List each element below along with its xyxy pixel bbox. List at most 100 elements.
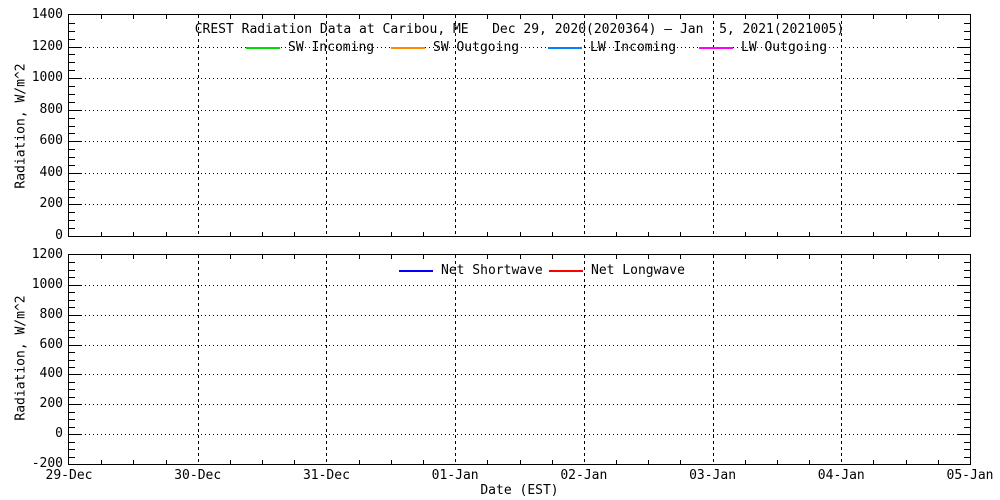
x-minor-tick	[487, 255, 489, 259]
y-minor-tick	[964, 220, 970, 222]
x-minor-tick	[519, 232, 521, 236]
y-minor-tick	[964, 419, 970, 421]
y-minor-tick	[69, 411, 75, 413]
y-minor-tick	[69, 337, 75, 339]
y-minor-tick	[69, 196, 75, 198]
y-tick-label: 1200	[31, 38, 63, 54]
x-minor-tick	[551, 255, 553, 259]
x-minor-tick	[390, 255, 392, 259]
gridline-vertical	[712, 255, 714, 464]
x-minor-tick	[390, 232, 392, 236]
y-major-tick	[958, 404, 970, 406]
y-major-tick	[69, 314, 81, 316]
x-minor-tick	[744, 460, 746, 464]
legend-item-lw-outgoing: LW Outgoing	[699, 40, 827, 55]
x-minor-tick	[133, 232, 135, 236]
y-minor-tick	[69, 101, 75, 103]
x-minor-tick	[616, 15, 618, 19]
y-minor-tick	[69, 269, 75, 271]
y-minor-tick	[69, 125, 75, 127]
x-minor-tick	[165, 15, 167, 19]
x-minor-tick	[648, 232, 650, 236]
plot-bottom-net-radiation: 1200 1000 800 600 400 200 0 -200 29-Dec 30-Dec 31-…	[32, 248, 994, 483]
y-tick-label: 0	[55, 426, 63, 442]
x-minor-tick	[519, 15, 521, 19]
x-minor-tick	[937, 460, 939, 464]
x-tick-label: 01-Jan	[431, 468, 479, 483]
gridline-vertical	[197, 15, 199, 236]
y-minor-tick	[964, 307, 970, 309]
y-minor-tick	[964, 329, 970, 331]
x-minor-tick	[422, 255, 424, 259]
x-minor-tick	[809, 460, 811, 464]
y-major-tick	[69, 141, 81, 143]
x-minor-tick	[101, 255, 103, 259]
y-minor-tick	[69, 38, 75, 40]
y-major-tick	[958, 284, 970, 286]
y-minor-tick	[69, 133, 75, 135]
x-minor-tick	[519, 460, 521, 464]
x-minor-tick	[905, 232, 907, 236]
y-minor-tick	[964, 157, 970, 159]
x-minor-tick	[744, 232, 746, 236]
y-minor-tick	[964, 292, 970, 294]
y-minor-tick	[964, 133, 970, 135]
x-minor-tick	[809, 255, 811, 259]
y-minor-tick	[964, 426, 970, 428]
x-minor-tick	[165, 460, 167, 464]
y-minor-tick	[964, 337, 970, 339]
y-major-tick	[958, 109, 970, 111]
y-minor-tick	[69, 62, 75, 64]
y-major-tick	[958, 141, 970, 143]
y-minor-tick	[69, 396, 75, 398]
y-minor-tick	[69, 366, 75, 368]
y-minor-tick	[69, 220, 75, 222]
gridline-horizontal	[69, 344, 970, 346]
x-minor-tick	[422, 460, 424, 464]
y-minor-tick	[964, 456, 970, 458]
y-minor-tick	[964, 411, 970, 413]
y-minor-tick	[964, 441, 970, 443]
y-minor-tick	[69, 164, 75, 166]
y-minor-tick	[964, 188, 970, 190]
legend-line-sw-outgoing	[391, 46, 425, 49]
y-minor-tick	[964, 149, 970, 151]
y-minor-tick	[69, 70, 75, 72]
y-minor-tick	[964, 352, 970, 354]
y-minor-tick	[964, 366, 970, 368]
gridline-horizontal	[69, 374, 970, 376]
y-minor-tick	[69, 157, 75, 159]
x-minor-tick	[680, 232, 682, 236]
x-minor-tick	[262, 460, 264, 464]
x-tick-label: 30-Dec	[174, 468, 222, 483]
x-minor-tick	[390, 460, 392, 464]
y-minor-tick	[964, 196, 970, 198]
chart-title: CREST Radiation Data at Caribou, ME Dec …	[194, 22, 845, 37]
y-minor-tick	[964, 228, 970, 230]
x-minor-tick	[422, 15, 424, 19]
x-minor-tick	[294, 232, 296, 236]
plot-top-radiation-components: CREST Radiation Data at Caribou, ME Dec …	[32, 8, 971, 243]
y-minor-tick	[69, 149, 75, 151]
legend-line-lw-outgoing	[699, 46, 733, 49]
y-minor-tick	[69, 188, 75, 190]
x-minor-tick	[776, 15, 778, 19]
y-major-tick	[958, 314, 970, 316]
x-minor-tick	[776, 255, 778, 259]
x-minor-tick	[551, 15, 553, 19]
y-major-tick	[69, 374, 81, 376]
y-minor-tick	[964, 212, 970, 214]
x-minor-tick	[101, 232, 103, 236]
y-minor-tick	[69, 212, 75, 214]
x-minor-tick	[648, 460, 650, 464]
x-tick-label: 29-Dec	[45, 468, 93, 483]
x-minor-tick	[519, 255, 521, 259]
y-major-tick	[958, 78, 970, 80]
y-major-tick	[69, 344, 81, 346]
x-minor-tick	[229, 232, 231, 236]
y-minor-tick	[69, 93, 75, 95]
x-minor-tick	[616, 232, 618, 236]
y-minor-tick	[69, 426, 75, 428]
y-minor-tick	[964, 269, 970, 271]
x-minor-tick	[294, 460, 296, 464]
